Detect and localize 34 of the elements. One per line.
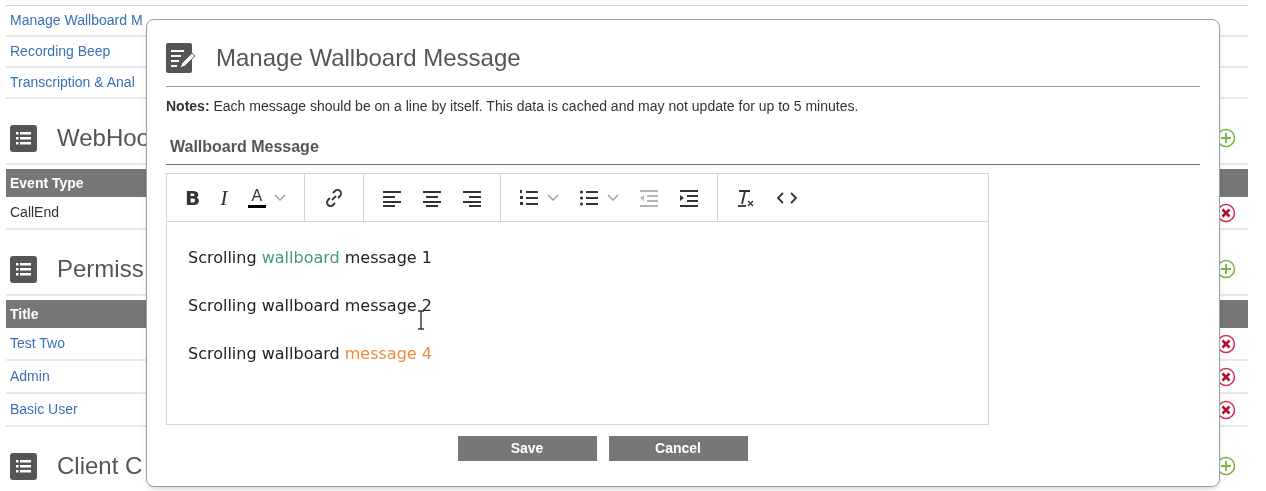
list-icon [10, 124, 37, 152]
numbered-list-icon[interactable] [519, 188, 540, 207]
table-cell[interactable]: Basic User [10, 399, 78, 420]
edit-note-icon [166, 43, 196, 73]
section-title: Client C [57, 451, 143, 481]
field-label: Wallboard Message [170, 138, 319, 155]
code-icon[interactable] [776, 189, 799, 206]
text-color-button[interactable]: A [247, 187, 267, 208]
align-right-icon[interactable] [462, 188, 483, 207]
section-title: Permiss [57, 254, 144, 284]
message-line: Scrolling wallboard message 4 [188, 343, 433, 364]
caret-icon[interactable] [274, 193, 287, 202]
nav-link[interactable]: Transcription & Anal [10, 72, 135, 93]
caret-icon[interactable] [607, 193, 620, 202]
section-title: WebHoo [57, 123, 150, 153]
dialog-button[interactable]: Save [457, 436, 597, 461]
align-left-icon[interactable] [382, 188, 403, 207]
caret-icon[interactable] [547, 193, 560, 202]
table-cell[interactable]: Admin [10, 366, 50, 387]
list-icon [10, 255, 37, 283]
table-cell-text: CallEnd [10, 203, 60, 222]
rich-text-editor[interactable]: B I A Scrolling wallboard message 1 Scrolling wallboard message 2 Scrolling wallboard message 4 [166, 173, 989, 425]
list-icon [10, 452, 37, 480]
notes-text: Notes: Each message should be on a line by itself. This data is cached and may not update for up to 5 minutes. [166, 97, 860, 116]
nav-link[interactable]: Recording Beep [10, 41, 111, 62]
align-center-icon[interactable] [422, 188, 443, 207]
dialog-title: Manage Wallboard Message [216, 43, 521, 73]
indent-icon[interactable] [679, 188, 700, 207]
table-cell[interactable]: Test Two [10, 333, 65, 354]
bullet-list-icon[interactable] [579, 188, 600, 207]
text-cursor-icon [416, 310, 426, 330]
nav-link[interactable]: Manage Wallboard M [10, 10, 143, 31]
dialog-button[interactable]: Cancel [608, 436, 748, 461]
message-line: Scrolling wallboard message 1 [188, 247, 433, 268]
